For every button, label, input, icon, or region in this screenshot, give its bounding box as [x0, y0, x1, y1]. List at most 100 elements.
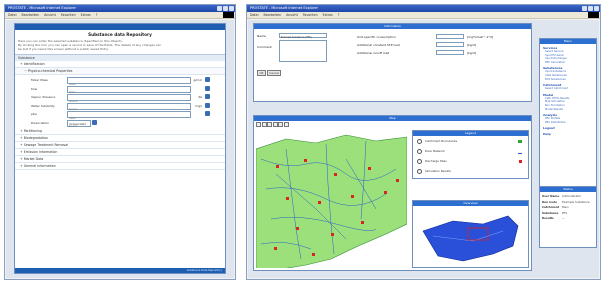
close-icon[interactable]: [229, 6, 234, 11]
edit-icon[interactable]: [205, 111, 210, 116]
form-row: pKa Value: [15, 111, 225, 120]
nav-logout-link[interactable]: Logout: [543, 126, 596, 130]
tree-section[interactable]: + Biodegradation: [15, 135, 225, 142]
close-icon[interactable]: [594, 6, 599, 11]
tree-section-identification[interactable]: + Identification: [15, 61, 225, 68]
kow-input[interactable]: [67, 85, 191, 93]
unit-consumption-input[interactable]: [436, 34, 464, 39]
panel-footer: Substance Data Repository: [15, 268, 225, 273]
tree-section[interactable]: + Partitioning: [15, 128, 225, 135]
discharge-symbol-icon: [519, 160, 522, 163]
zoom-out-icon[interactable]: [261, 122, 267, 127]
menu-item[interactable]: Datei: [250, 13, 259, 17]
river-symbol-icon: [518, 150, 522, 154]
map-toolbar: [256, 122, 289, 128]
menu-item[interactable]: Bearbeiten: [22, 13, 40, 17]
radio-icon[interactable]: [417, 148, 422, 154]
menu-item[interactable]: Favoriten: [61, 13, 76, 17]
edit-icon[interactable]: [92, 119, 97, 125]
menu-item[interactable]: Extras: [323, 13, 333, 17]
menu-item[interactable]: Extras: [81, 13, 91, 17]
physchem-form: Molar Mass g/mol Value Kow Value Vapour …: [15, 75, 225, 128]
vapour-pressure-input[interactable]: [67, 94, 191, 101]
minimize-icon[interactable]: [582, 6, 587, 11]
param-unit: [kg/d]: [467, 51, 476, 55]
windows-logo-icon: [223, 12, 234, 18]
name-input[interactable]: Example Substance (PFS): [279, 33, 327, 39]
nav-link[interactable]: PEC Calculation: [545, 61, 596, 65]
menu-item[interactable]: Datei: [8, 13, 17, 17]
panel-header-bar: [15, 24, 225, 30]
legend-item-rivers[interactable]: River Network: [415, 148, 526, 155]
water-solubility-input[interactable]: [67, 102, 191, 110]
zoom-in-icon[interactable]: [256, 122, 261, 127]
field-label: pKa: [31, 112, 37, 116]
overview-box: Overview: [412, 200, 529, 268]
menu-item[interactable]: Bearbeiten: [264, 13, 282, 17]
param-label: Additional runoff load: [357, 51, 390, 55]
pan-icon[interactable]: [267, 122, 272, 127]
name-label: Name: [257, 34, 266, 38]
left-window-title: PROSTATE - Microsoft Internet Explorer: [8, 6, 76, 10]
edit-icon[interactable]: [205, 77, 210, 82]
tree-section[interactable]: + Sewage Treatment Removal: [15, 142, 225, 149]
tree-section[interactable]: + Market Data: [15, 156, 225, 163]
field-label: Kow: [31, 86, 38, 91]
legend-box: Legend Catchment Boundaries River Networ…: [412, 130, 529, 179]
full-extent-icon[interactable]: [272, 122, 278, 127]
field-label: Dissociation: [31, 120, 50, 125]
runoff-load-input[interactable]: [436, 50, 464, 55]
radio-icon[interactable]: [417, 158, 422, 164]
maximize-icon[interactable]: [223, 6, 228, 11]
edit-icon[interactable]: [205, 94, 210, 99]
minimize-icon[interactable]: [217, 6, 222, 11]
catchment-map[interactable]: [256, 129, 407, 268]
nav-link[interactable]: PEC Distribution: [545, 121, 596, 125]
nav-menu-title: Menu: [540, 39, 596, 44]
form-row: Dissociation Undissociated Source: [15, 119, 225, 128]
nav-link[interactable]: Edit Substances: [545, 78, 596, 82]
pka-input[interactable]: [67, 111, 191, 118]
left-client-area: Substance data Repository Here you can e…: [6, 20, 234, 278]
comment-textarea[interactable]: [279, 40, 327, 62]
nav-link[interactable]: Model Results: [545, 108, 596, 112]
field-unit: Pa: [198, 95, 202, 99]
legend-item-results[interactable]: Simulation Results: [415, 168, 526, 175]
molar-mass-input[interactable]: [67, 77, 191, 84]
comment-label: Comment: [257, 45, 272, 49]
form-row: Molar Mass g/mol Value: [15, 77, 225, 86]
stp-load-input[interactable]: [436, 42, 464, 47]
radio-icon[interactable]: [417, 138, 422, 144]
identify-icon[interactable]: [278, 122, 283, 127]
menu-item[interactable]: Favoriten: [303, 13, 318, 17]
field-label: Molar Mass: [31, 78, 48, 82]
menu-item[interactable]: Ansicht: [44, 13, 56, 17]
overview-map[interactable]: [413, 206, 528, 267]
tree-section[interactable]: + General Information: [15, 163, 225, 170]
edit-icon[interactable]: [205, 102, 210, 108]
nav-help-link[interactable]: Help: [543, 132, 596, 136]
tree-section-physchem[interactable]: − Physico-chemical Properties: [15, 68, 225, 75]
map-box: Map Legend Catchment Boundaries River Ne…: [253, 115, 532, 271]
menu-item[interactable]: ?: [96, 13, 98, 17]
form-row: Kow Value: [15, 85, 225, 94]
maximize-icon[interactable]: [588, 6, 593, 11]
status-box: Status User Name Administrator Run Code Ex…: [539, 186, 597, 248]
nav-link[interactable]: Select Catchment: [545, 87, 596, 91]
edit-icon[interactable]: [205, 85, 210, 91]
field-unit: g/mol: [193, 78, 202, 82]
tree-section[interactable]: + Emission Information: [15, 149, 225, 156]
query-icon[interactable]: [283, 122, 289, 127]
radio-icon[interactable]: [417, 168, 422, 174]
ok-button[interactable]: OK: [257, 70, 266, 76]
tree-root[interactable]: Substance: [15, 54, 225, 61]
status-rows: User Name Administrator Run Code Example S…: [540, 192, 596, 222]
legend-item-discharges[interactable]: Discharge Sites: [415, 158, 526, 165]
form-row: Vapour Pressure Pa Source: [15, 94, 225, 103]
cancel-button[interactable]: Cancel: [267, 70, 281, 76]
menu-item[interactable]: ?: [338, 13, 340, 17]
field-label: Vapour Pressure: [31, 95, 56, 99]
menu-item[interactable]: Ansicht: [286, 13, 298, 17]
legend-item-catchments[interactable]: Catchment Boundaries: [415, 138, 526, 145]
right-title-bar: PROSTATE - Microsoft Internet Explorer: [247, 5, 600, 12]
